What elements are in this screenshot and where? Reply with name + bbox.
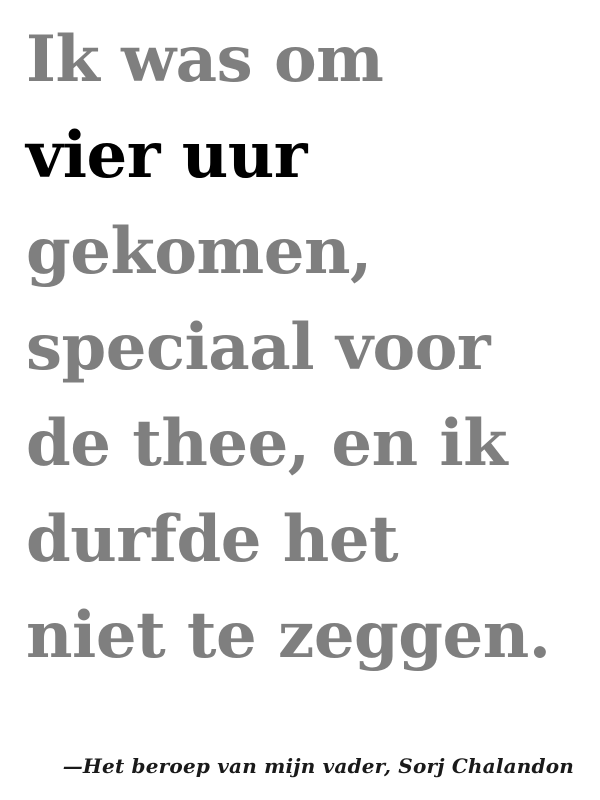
quote-line-2-emphasis: vier uur: [26, 118, 308, 193]
quote-block: Ik was om vier uur gekomen, speciaal voo…: [26, 12, 596, 684]
quote-line-3: gekomen,: [26, 214, 372, 289]
quote-line-1: Ik was om: [26, 22, 384, 97]
quote-line-5: de thee, en ik: [26, 406, 508, 481]
quote-line-6: durfde het: [26, 502, 399, 577]
attribution: —Het beroep van mijn vader, Sorj Chaland…: [62, 754, 574, 778]
quote-line-7: niet te zeggen.: [26, 598, 551, 673]
quote-line-4: speciaal voor: [26, 310, 491, 385]
